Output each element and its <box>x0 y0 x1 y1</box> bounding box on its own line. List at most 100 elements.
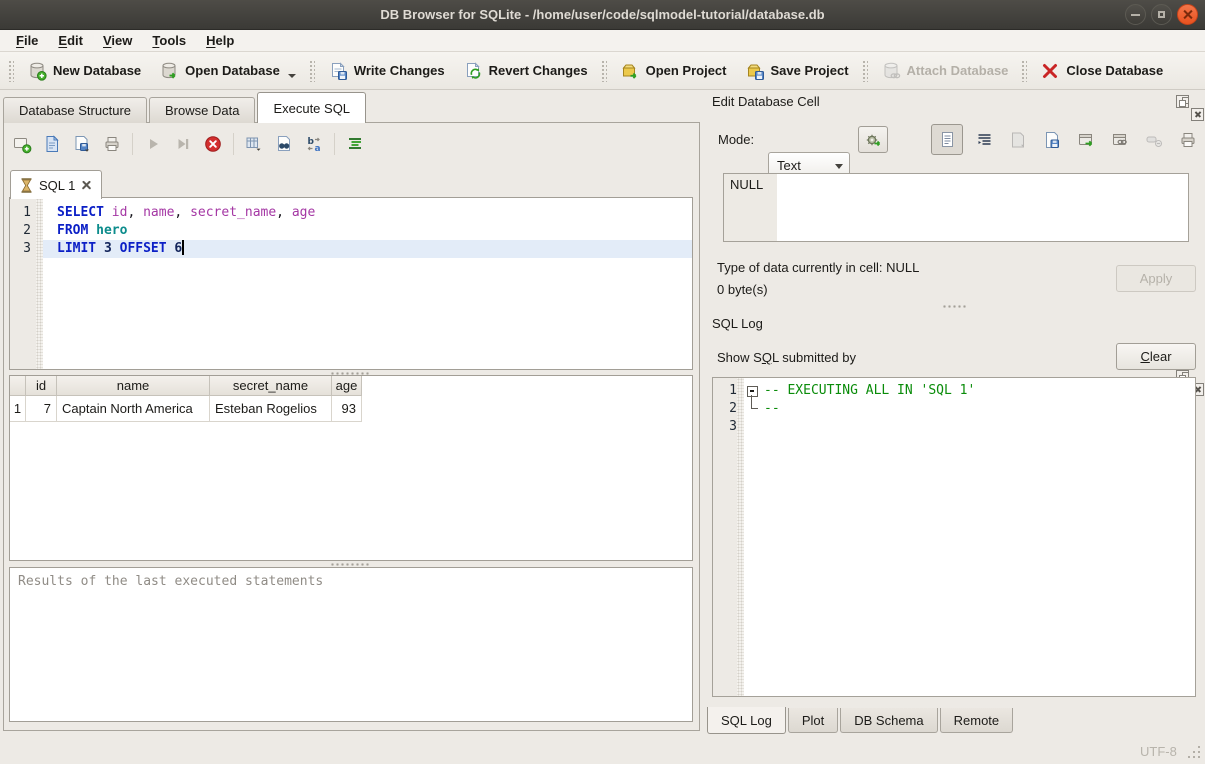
toolbar-handle[interactable] <box>1021 60 1027 82</box>
open-sql-file-button[interactable] <box>39 131 65 157</box>
editor-content[interactable]: SELECT id, name, secret_name, ageFROM he… <box>43 198 692 369</box>
sql-token: SELECT <box>57 205 112 220</box>
close-sql-tab-icon[interactable] <box>81 180 92 191</box>
dock-tab-remote[interactable]: Remote <box>940 708 1014 733</box>
set-null-button[interactable] <box>1141 127 1167 153</box>
toolbar-handle[interactable] <box>309 60 315 82</box>
find-replace-button[interactable]: b a <box>301 131 327 157</box>
copy-link-button[interactable] <box>1107 127 1133 153</box>
chevron-down-icon[interactable] <box>288 74 296 78</box>
cell[interactable]: Esteban Rogelios <box>210 396 332 422</box>
open-project-button[interactable]: Open Project <box>611 58 736 84</box>
column-header-age[interactable]: age <box>332 376 362 396</box>
dock-tab-sql-log[interactable]: SQL Log <box>707 707 786 734</box>
revert-changes-button[interactable]: Revert Changes <box>454 58 597 84</box>
stop-execution-button[interactable] <box>200 131 226 157</box>
fold-connector <box>751 395 758 409</box>
close-panel-button[interactable] <box>1191 108 1204 121</box>
menu-item-file[interactable]: File <box>6 31 48 50</box>
find-button[interactable] <box>271 131 297 157</box>
attach-database-button[interactable]: Attach Database <box>872 58 1018 84</box>
import-data-button[interactable] <box>1005 127 1031 153</box>
column-header-id[interactable]: id <box>26 376 57 396</box>
close-database-button[interactable]: Close Database <box>1031 58 1172 84</box>
toolbar-handle[interactable] <box>862 60 868 82</box>
menu-item-help[interactable]: Help <box>196 31 244 50</box>
tab-database-structure[interactable]: Database Structure <box>3 97 147 123</box>
menu-item-edit[interactable]: Edit <box>48 31 93 50</box>
write-changes-label: Write Changes <box>354 63 445 78</box>
execute-all-button[interactable] <box>140 131 166 157</box>
dock-tab-db-schema[interactable]: DB Schema <box>840 708 937 733</box>
format-sql-icon <box>345 134 365 154</box>
cell-type-label: Type of data currently in cell: NULL <box>717 260 919 275</box>
write-changes-icon <box>328 61 348 81</box>
column-header-secret-name[interactable]: secret_name <box>210 376 332 396</box>
open-database-label: Open Database <box>185 63 280 78</box>
save-project-button[interactable]: Save Project <box>736 58 858 84</box>
apply-label: Apply <box>1140 271 1173 286</box>
log-content: -- EXECUTING ALL IN 'SQL 1'-- <box>744 378 1195 696</box>
resize-grip[interactable] <box>1188 746 1202 760</box>
sql-editor-tab[interactable]: SQL 1 <box>10 170 102 199</box>
toolbar-handle[interactable] <box>601 60 607 82</box>
titlebar[interactable]: DB Browser for SQLite - /home/user/code/… <box>0 0 1205 30</box>
sql-log-view[interactable]: 123 -- EXECUTING ALL IN 'SQL 1'-- <box>712 377 1196 697</box>
open-database-button[interactable]: Open Database <box>150 58 305 84</box>
splitter-handle[interactable] <box>942 304 968 309</box>
save-project-icon <box>745 61 765 81</box>
row-number[interactable]: 1 <box>10 396 26 422</box>
menu-item-view[interactable]: View <box>93 31 142 50</box>
export-results-button[interactable] <box>241 131 267 157</box>
results-log-placeholder: Results of the last executed statements <box>18 574 323 589</box>
minimize-button[interactable] <box>1125 4 1146 25</box>
line-number: 3 <box>10 240 36 258</box>
new-database-icon <box>27 61 47 81</box>
new-database-button[interactable]: New Database <box>18 58 150 84</box>
cell-value-editor[interactable]: NULL <box>723 173 1189 242</box>
word-wrap-button[interactable] <box>971 127 997 153</box>
print-sql-button[interactable] <box>99 131 125 157</box>
cell[interactable]: 7 <box>26 396 57 422</box>
menu-item-tools[interactable]: Tools <box>142 31 196 50</box>
open-database-icon <box>159 61 179 81</box>
gear-arrow-icon <box>864 131 882 149</box>
tab-browse-data[interactable]: Browse Data <box>149 97 255 123</box>
float-panel-button[interactable] <box>1176 95 1189 108</box>
column-header-name[interactable]: name <box>57 376 210 396</box>
format-sql-button[interactable] <box>342 131 368 157</box>
close-button[interactable] <box>1177 4 1198 25</box>
export-data-button[interactable] <box>1039 127 1065 153</box>
log-line-numbers: 123 <box>713 378 737 696</box>
sql-editor[interactable]: 123 SELECT id, name, secret_name, ageFRO… <box>9 197 693 370</box>
save-sql-file-button[interactable] <box>69 131 95 157</box>
print-cell-button[interactable] <box>1175 127 1201 153</box>
editor-line-numbers: 123 <box>10 198 36 369</box>
auto-apply-button[interactable] <box>858 126 888 153</box>
clear-label: Clear <box>1140 349 1171 364</box>
toolbar-handle[interactable] <box>8 60 14 82</box>
sql-token: , <box>127 205 143 220</box>
main-tabbar: Database StructureBrowse DataExecute SQL <box>3 93 368 123</box>
text-mode-button[interactable] <box>931 124 963 155</box>
sql-token: secret_name <box>190 205 276 220</box>
new-sql-tab-button[interactable] <box>9 131 35 157</box>
save-sql-file-icon <box>72 134 92 154</box>
mode-label: Mode: <box>718 132 754 147</box>
maximize-button[interactable] <box>1151 4 1172 25</box>
execute-line-button[interactable] <box>170 131 196 157</box>
results-log[interactable]: Results of the last executed statements <box>9 567 693 722</box>
open-external-button[interactable] <box>1073 127 1099 153</box>
sql-token: name <box>143 205 174 220</box>
close-database-label: Close Database <box>1066 63 1163 78</box>
cell[interactable]: 93 <box>332 396 362 422</box>
results-table[interactable]: idnamesecret_nameage 17Captain North Amer… <box>9 375 693 561</box>
clear-log-button[interactable]: Clear <box>1116 343 1196 370</box>
write-changes-button[interactable]: Write Changes <box>319 58 454 84</box>
set-null-icon <box>1145 131 1163 149</box>
apply-button[interactable]: Apply <box>1116 265 1196 292</box>
tab-execute-sql[interactable]: Execute SQL <box>257 92 366 123</box>
cell[interactable]: Captain North America <box>57 396 210 422</box>
dock-tab-plot[interactable]: Plot <box>788 708 838 733</box>
table-corner[interactable] <box>10 376 26 396</box>
